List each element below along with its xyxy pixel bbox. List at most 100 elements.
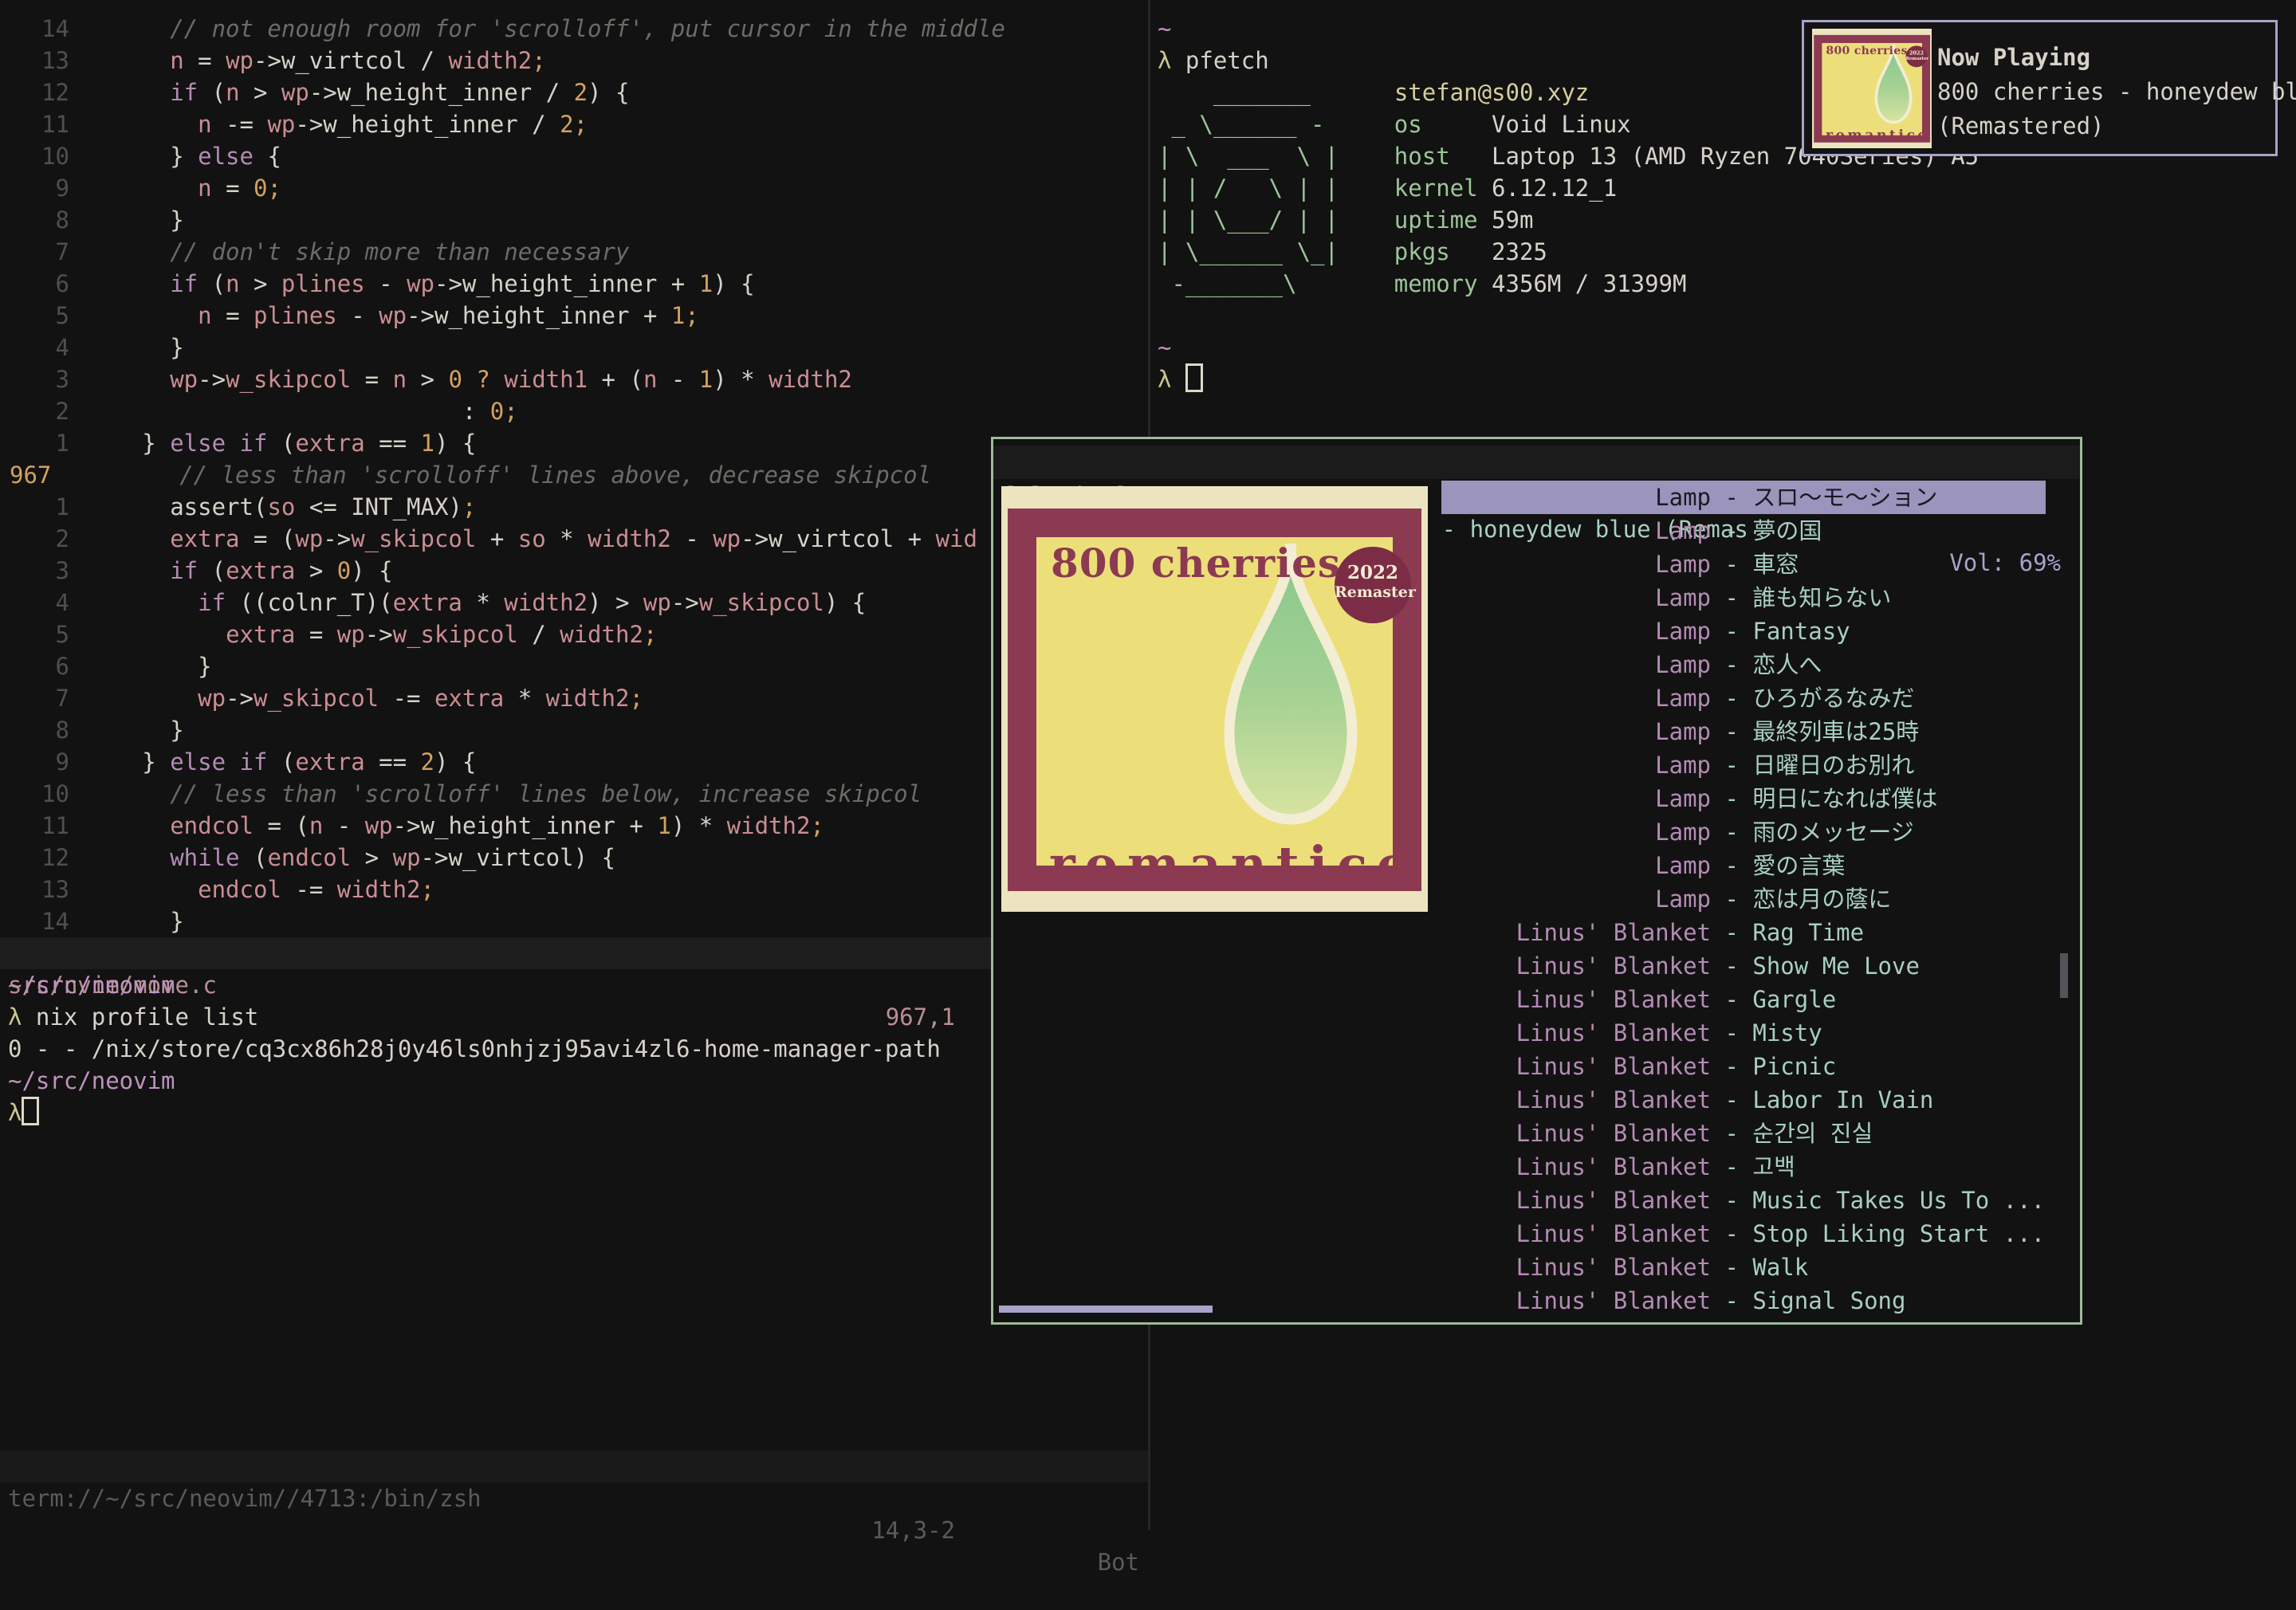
text-span: plines [254, 302, 337, 329]
statusline-active: src/nvim/move.c 967,1 [0, 937, 1148, 969]
text-span: wp [337, 621, 365, 648]
text-span: // less than 'scrolloff' lines above, de… [82, 461, 931, 489]
text-span: ) { [351, 557, 392, 584]
statusline-term-position: 14,3-2 [871, 1514, 955, 1546]
text-span: ) * [713, 366, 769, 393]
code-line: 12 while (endcol > wp->w_virtcol) { [0, 842, 615, 874]
text-span: n [226, 79, 239, 106]
track-title: 고백 [1752, 1153, 1795, 1180]
track-title: 車窓 [1752, 551, 1799, 578]
text-span: width2 [769, 366, 852, 393]
playlist-track[interactable]: Lamp - 車窓 [1441, 548, 2046, 581]
track-artist: Lamp [1441, 581, 1711, 615]
text-span: λ [1158, 366, 1185, 393]
text-span: ->w_virtcol + [741, 525, 935, 552]
playlist-track[interactable]: Linus' Blanket - Stop Liking Start ... [1441, 1217, 2046, 1251]
text-span: extra [170, 525, 239, 552]
playlist-track[interactable]: Lamp - ひろがるなみだ [1441, 681, 2046, 715]
track-artist: Lamp [1441, 882, 1711, 916]
progress-bar[interactable] [999, 1306, 1213, 1313]
playlist-track[interactable]: Lamp - Fantasy [1441, 615, 2046, 648]
text-span: | \ ___ \ | host [1158, 143, 1492, 170]
text-span: ( [240, 844, 268, 871]
badge-year: 2022 [1335, 563, 1411, 583]
text-span: wp [393, 844, 421, 871]
playlist-track[interactable]: Linus' Blanket - Show Me Love [1441, 949, 2046, 983]
scrollbar-thumb[interactable] [2060, 953, 2068, 998]
text-span: -= [281, 876, 337, 903]
text-span: - [671, 525, 713, 552]
track-artist: Lamp [1441, 715, 1711, 748]
playlist-track[interactable]: Linus' Blanket - Music Takes Us To ... [1441, 1184, 2046, 1217]
track-separator: - [1711, 651, 1752, 678]
text-span: = [295, 621, 336, 648]
text-span: n [309, 812, 323, 839]
playlist-track[interactable]: Linus' Blanket - Misty [1441, 1016, 2046, 1050]
text-span: 1 [421, 430, 434, 457]
playlist-track[interactable]: Lamp - 日曜日のお別れ [1441, 748, 2046, 782]
terminal-line: λ [8, 1097, 39, 1129]
track-separator: - [1711, 484, 1752, 511]
album-title: romantico [1049, 840, 1408, 889]
playlist-track[interactable]: Lamp - 雨のメッセージ [1441, 815, 2046, 849]
statusline-scroll-indicator: Bot [1098, 1546, 1139, 1578]
text-span: -> [226, 685, 254, 712]
track-separator: - [1711, 1287, 1752, 1314]
code-line: 6 if (n > plines - wp->w_height_inner + … [0, 268, 755, 300]
playlist-track[interactable]: Linus' Blanket - 고백 [1441, 1150, 2046, 1184]
playlist-track[interactable]: Lamp - 恋は月の蔭に [1441, 882, 2046, 916]
code-line: 8 } [0, 714, 184, 746]
text-span: == [365, 430, 421, 457]
playlist-track[interactable]: Lamp - 誰も知らない [1441, 581, 2046, 615]
playlist-track[interactable]: Linus' Blanket - Walk [1441, 1251, 2046, 1284]
code-line: 2 : 0; [0, 395, 518, 427]
playlist-track[interactable]: Lamp - 最終列車は25時 [1441, 715, 2046, 748]
terminal-line: ~ [1158, 13, 1171, 45]
text-span: ~/src/neovim [8, 1067, 175, 1094]
line-number: 3 [0, 555, 69, 587]
track-artist: Linus' Blanket [1441, 983, 1711, 1016]
line-number: 9 [0, 746, 69, 778]
track-separator: - [1711, 1019, 1752, 1046]
terminal-line: | | \___/ | | uptime 59m [1158, 204, 1533, 236]
notification[interactable]: 800 cherries2022Remasterromantico Now Pl… [1802, 20, 2278, 156]
text-span: width2 [504, 589, 588, 616]
playlist-track[interactable]: Lamp - 愛の言葉 [1441, 849, 2046, 882]
text-span: 4356M / 31399M [1492, 270, 1686, 297]
code-line: 3 if (extra > 0) { [0, 555, 393, 587]
track-title: 순간의 진실 [1752, 1120, 1873, 1147]
line-number: 6 [0, 268, 69, 300]
playlist-track[interactable]: Lamp - 恋人へ [1441, 648, 2046, 681]
playlist-track[interactable]: Lamp - 夢の国 [1441, 514, 2046, 548]
terminal-line: 0 - - /nix/store/cq3cx86h28j0y46ls0nhjzj… [8, 1033, 941, 1065]
text-span: // less than 'scrolloff' lines below, in… [73, 780, 922, 807]
code-line: 14 // not enough room for 'scrolloff', p… [0, 13, 1005, 45]
playlist-track[interactable]: Linus' Blanket - Labor In Vain [1441, 1083, 2046, 1117]
text-span: width2 [727, 812, 811, 839]
text-span: 0 [448, 366, 462, 393]
playlist-track[interactable]: Lamp - 明日になれば僕は [1441, 782, 2046, 815]
text-span: n [198, 175, 211, 202]
text-span: n [198, 111, 211, 138]
text-span: = [184, 47, 226, 74]
text-span: ~ [1158, 334, 1171, 361]
text-span: 6.12.12_1 [1492, 175, 1617, 202]
code-line: 7 // don't skip more than necessary [0, 236, 629, 268]
playlist-track[interactable]: Linus' Blanket - Rag Time [1441, 916, 2046, 949]
code-line: 14 } [0, 905, 184, 937]
playlist-track[interactable]: Linus' Blanket - Picnic [1441, 1050, 2046, 1083]
text-span [73, 621, 226, 648]
text-span: // don't skip more than necessary [73, 238, 629, 265]
text-span: = ( [240, 525, 296, 552]
playlist-track[interactable]: Linus' Blanket - 순간의 진실 [1441, 1117, 2046, 1150]
track-title: 愛の言葉 [1752, 852, 1845, 879]
text-span: == [365, 748, 421, 776]
text-span: wp [407, 270, 434, 297]
text-span: ; [532, 47, 545, 74]
code-line: 8 } [0, 204, 184, 236]
playlist-track[interactable]: Lamp - スロ〜モ〜ション [1441, 481, 2046, 514]
text-span: : [73, 398, 490, 425]
text-span: λ [8, 1099, 22, 1126]
playlist-track[interactable]: Linus' Blanket - Gargle [1441, 983, 2046, 1016]
playlist-track[interactable]: Linus' Blanket - Signal Song [1441, 1284, 2046, 1317]
